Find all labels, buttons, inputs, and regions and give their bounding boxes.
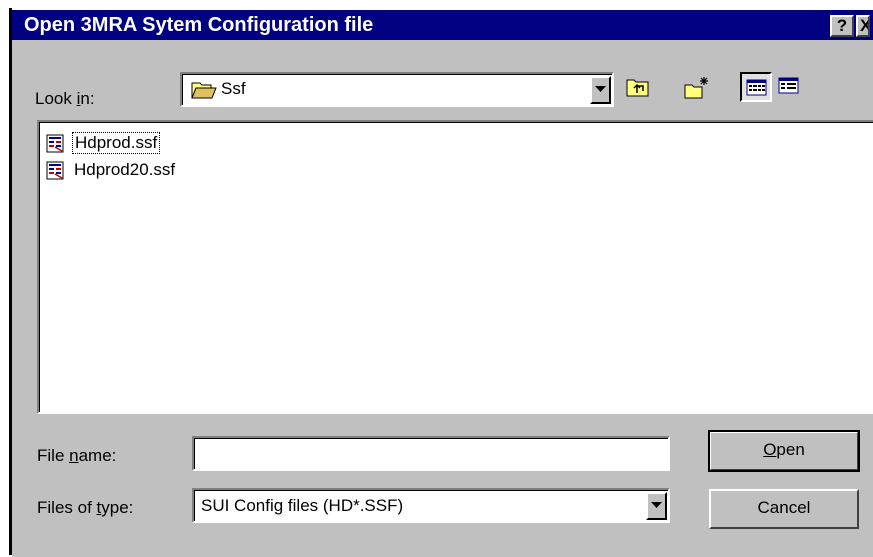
- files-of-type-dropdown-button[interactable]: [646, 492, 667, 520]
- chevron-down-icon: [595, 86, 606, 92]
- file-name-input[interactable]: [192, 436, 670, 471]
- open-button[interactable]: Open: [708, 430, 860, 472]
- close-icon: X: [860, 17, 868, 35]
- up-one-level-button[interactable]: [622, 72, 654, 102]
- help-icon: ?: [836, 16, 848, 35]
- look-in-dropdown[interactable]: Ssf: [180, 72, 614, 107]
- ssf-file-icon: [46, 134, 64, 153]
- look-in-value: Ssf: [221, 79, 246, 98]
- files-of-type-dropdown[interactable]: SUI Config files (HD*.SSF): [192, 488, 670, 523]
- files-of-type-value: SUI Config files (HD*.SSF): [201, 496, 404, 515]
- cancel-button[interactable]: Cancel: [709, 489, 859, 529]
- file-name-label: Hdprod.ssf: [72, 132, 161, 154]
- folder-open-icon: [191, 82, 217, 99]
- window-title: Open 3MRA Sytem Configuration file: [24, 14, 374, 36]
- details-view-button[interactable]: [774, 72, 806, 102]
- create-new-folder-icon: [684, 77, 708, 99]
- list-view-button[interactable]: [740, 72, 772, 102]
- files-of-type-label: Files of type:: [37, 498, 134, 517]
- file-list[interactable]: Hdprod.ssf Hdprod20.ssf: [37, 120, 873, 414]
- look-in-label: Look in:: [35, 89, 95, 108]
- title-bar[interactable]: Open 3MRA Sytem Configuration file ? X: [12, 10, 873, 40]
- look-in-dropdown-button[interactable]: [590, 76, 611, 104]
- open-file-dialog: Open 3MRA Sytem Configuration file ? X L…: [12, 8, 873, 557]
- close-button[interactable]: X: [856, 15, 870, 37]
- help-button[interactable]: ?: [830, 15, 854, 37]
- details-view-icon: [778, 77, 799, 94]
- create-new-folder-button[interactable]: [680, 72, 712, 102]
- ssf-file-icon: [46, 161, 64, 180]
- chevron-down-icon: [651, 502, 662, 508]
- file-name-label: File name:: [37, 446, 117, 465]
- file-name-label: Hdprod20.ssf: [74, 160, 176, 179]
- list-view-icon: [746, 79, 767, 96]
- up-one-level-icon: [626, 79, 649, 97]
